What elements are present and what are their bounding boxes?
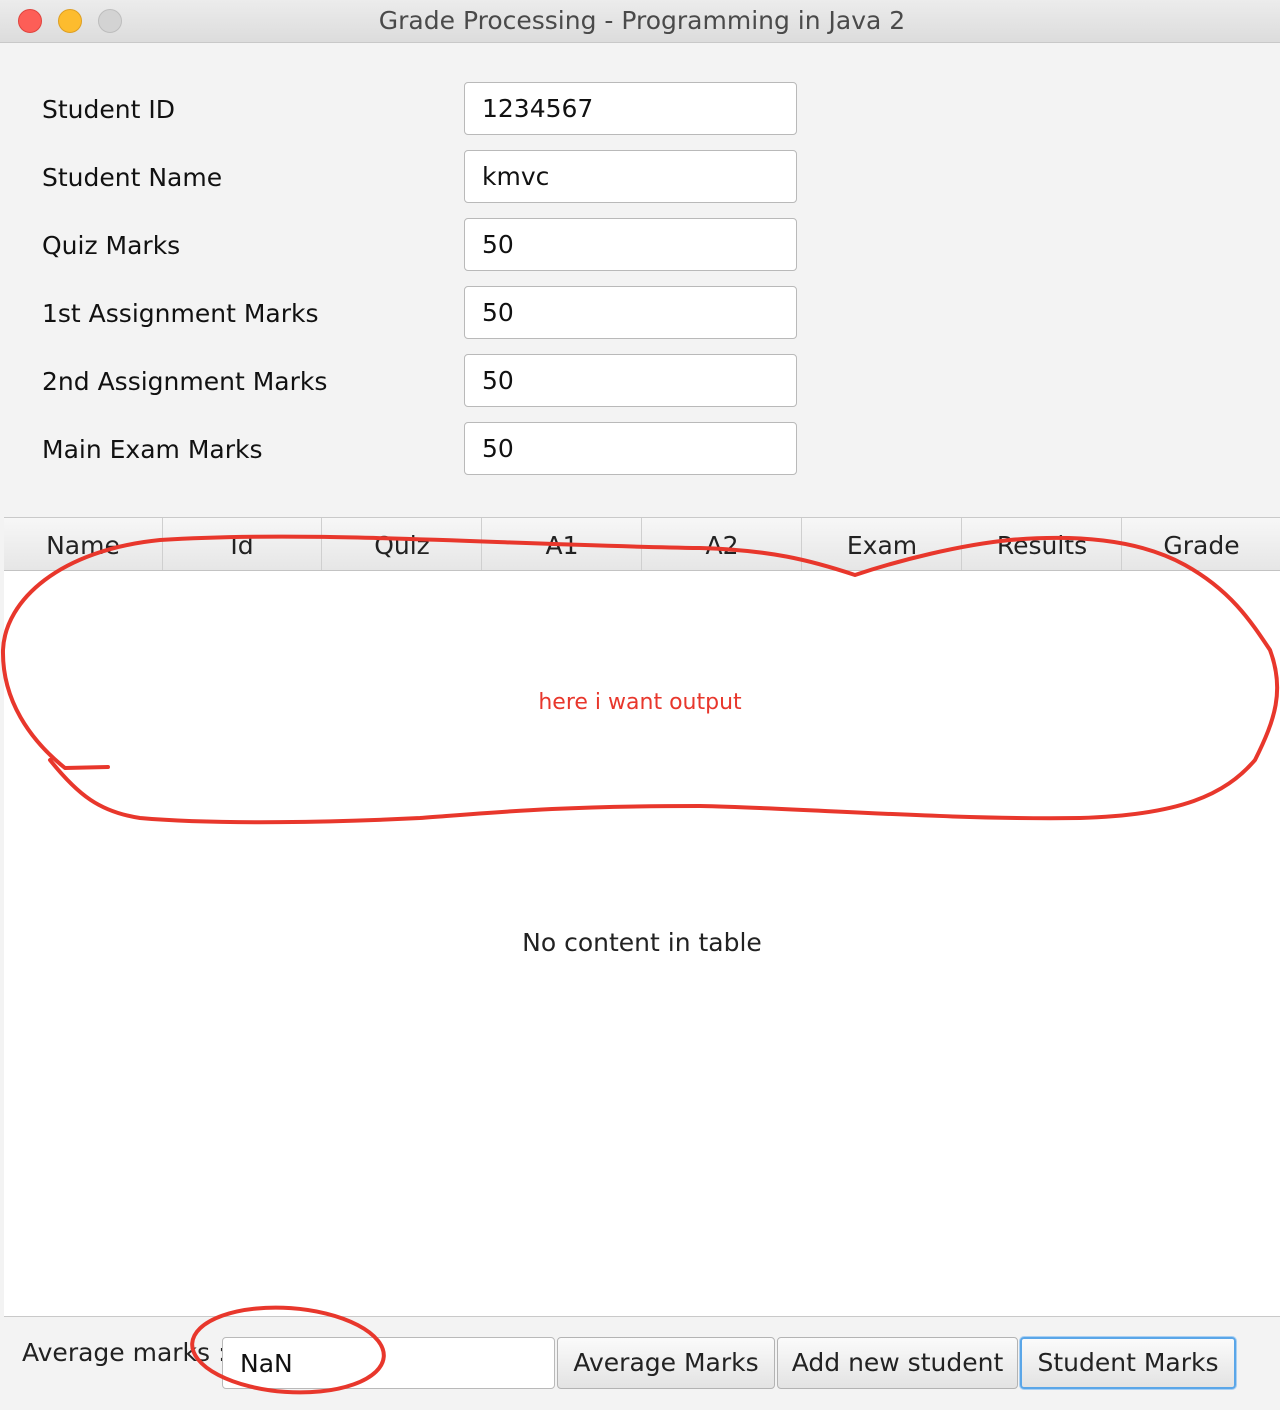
average-marks-field[interactable] [222,1337,555,1389]
assignment1-marks-label: 1st Assignment Marks [42,299,319,328]
main-exam-marks-field[interactable] [464,422,797,475]
annotation-note: here i want output [538,690,742,715]
column-header-quiz[interactable]: Quiz [323,518,482,570]
student-name-label: Student Name [42,163,223,192]
column-header-a2[interactable]: A2 [643,518,802,570]
student-marks-button[interactable]: Student Marks [1020,1337,1236,1389]
main-exam-marks-label: Main Exam Marks [42,435,263,464]
assignment2-marks-field[interactable] [464,354,797,407]
average-marks-button[interactable]: Average Marks [557,1337,775,1389]
column-header-exam[interactable]: Exam [803,518,962,570]
column-header-id[interactable]: Id [163,518,322,570]
quiz-marks-label: Quiz Marks [42,231,181,260]
average-marks-label: Average marks : [22,1338,227,1367]
table-header: Name Id Quiz A1 A2 Exam Results Grade [4,518,1280,571]
add-new-student-button[interactable]: Add new student [777,1337,1018,1389]
window-title: Grade Processing - Programming in Java 2 [378,6,906,35]
assignment2-marks-label: 2nd Assignment Marks [42,367,328,396]
title-bar: Grade Processing - Programming in Java 2 [0,0,1280,43]
quiz-marks-field[interactable] [464,218,797,271]
student-id-field[interactable] [464,82,797,135]
students-table[interactable]: Name Id Quiz A1 A2 Exam Results Grade No… [4,517,1280,1317]
column-header-grade[interactable]: Grade [1123,518,1280,570]
student-id-label: Student ID [42,95,175,124]
table-empty-placeholder: No content in table [522,928,762,957]
student-name-field[interactable] [464,150,797,203]
column-header-a1[interactable]: A1 [483,518,642,570]
column-header-name[interactable]: Name [4,518,163,570]
assignment1-marks-field[interactable] [464,286,797,339]
column-header-results[interactable]: Results [963,518,1122,570]
